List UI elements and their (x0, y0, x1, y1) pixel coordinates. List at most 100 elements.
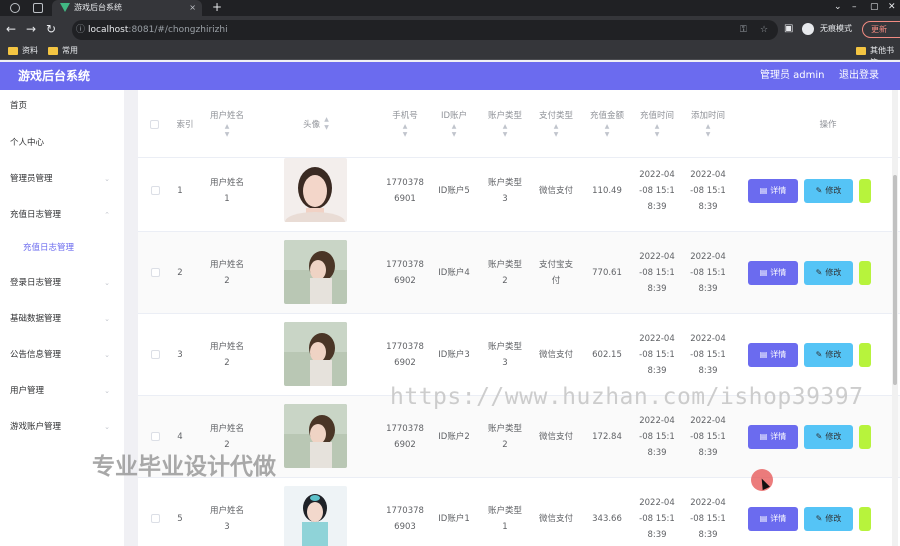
avatar[interactable] (284, 404, 347, 468)
sort-icon[interactable]: ▲ ▼ (452, 123, 457, 139)
browser-tab[interactable]: 游戏后台系统 × (52, 0, 202, 16)
sidebar-item-home[interactable]: 首页 (0, 95, 124, 117)
col-pay-type-header[interactable]: 支付类型 ▲ ▼ (531, 90, 581, 158)
sidebar-subitem-recharge-log[interactable]: 充值日志管理 (0, 237, 124, 259)
cell-text: 8:39 (698, 448, 718, 458)
sort-icon[interactable]: ▲ ▼ (503, 123, 508, 139)
cell-text: 8:39 (698, 284, 718, 294)
sort-icon[interactable]: ▲ ▼ (655, 123, 660, 139)
sort-icon[interactable]: ▲ ▼ (554, 123, 559, 139)
forward-icon[interactable]: → (26, 21, 36, 37)
chevron-down-icon[interactable]: ⌄ (834, 0, 842, 15)
row-checkbox[interactable] (151, 514, 160, 523)
document-icon: ▤ (759, 186, 768, 195)
cell-text: 2022-04 (690, 416, 726, 426)
sort-icon[interactable]: ▲ ▼ (706, 123, 711, 139)
cell-text: 2 (502, 276, 508, 286)
detail-button[interactable]: ▤ 详情 (748, 343, 798, 367)
avatar[interactable] (284, 486, 347, 546)
edit-button[interactable]: ✎ 修改 (804, 261, 853, 285)
edit-button[interactable]: ✎ 修改 (804, 179, 853, 203)
side-panel-icon[interactable]: ▣ (784, 21, 793, 37)
edit-button[interactable]: ✎ 修改 (804, 343, 853, 367)
sort-icon[interactable]: ▲ ▼ (225, 123, 230, 139)
info-icon[interactable]: ⓘ (76, 20, 85, 40)
detail-button[interactable]: ▤ 详情 (748, 261, 798, 285)
col-avatar-header[interactable]: 头像 ▲ ▼ (268, 90, 364, 158)
maximize-icon[interactable]: ▢ (870, 0, 879, 15)
select-all-checkbox[interactable] (150, 120, 159, 129)
document-icon: ▤ (759, 514, 768, 523)
reload-icon[interactable]: ↻ (46, 21, 56, 37)
vue-logo-icon (60, 3, 70, 12)
col-account-id-header[interactable]: ID账户 ▲ ▼ (430, 90, 478, 158)
row-checkbox[interactable] (151, 432, 160, 441)
cell-text: 3 (502, 194, 508, 204)
col-recharge-time-header[interactable]: 充值时间 ▲ ▼ (632, 90, 682, 158)
browser-menu-icon[interactable] (10, 3, 20, 13)
sort-icon[interactable]: ▲ ▼ (403, 123, 408, 139)
cell-text: 6902 (394, 276, 416, 286)
button-label: 修改 (825, 268, 842, 277)
header-label: 支付类型 (538, 111, 573, 121)
address-bar[interactable]: ⓘ localhost:8081/#/chongzhirizhi ⚿ ☆ (72, 20, 778, 40)
back-icon[interactable]: ← (6, 21, 16, 37)
edit-button[interactable]: ✎ 修改 (804, 507, 853, 531)
col-phone-header[interactable]: 手机号 ▲ ▼ (380, 90, 430, 158)
cell-text: 8:39 (647, 202, 667, 212)
tab-close-icon[interactable]: × (189, 0, 196, 16)
avatar[interactable] (284, 158, 347, 222)
sidebar-item-recharge-log[interactable]: 充值日志管理 ⌃ (0, 204, 124, 226)
minimize-icon[interactable]: – (852, 0, 857, 15)
cell-text: 账户类型 (487, 260, 522, 270)
delete-button[interactable] (859, 425, 871, 449)
bookmark-folder-ziliao[interactable]: 资料 (8, 45, 38, 57)
row-checkbox[interactable] (151, 186, 160, 195)
sort-icon[interactable]: ▲ ▼ (605, 123, 610, 139)
key-icon[interactable]: ⚿ (740, 20, 747, 40)
sidebar-item-profile[interactable]: 个人中心 (0, 132, 124, 154)
bookmark-folder-changyong[interactable]: 常用 (48, 45, 78, 57)
header-label: 添加时间 (690, 111, 725, 121)
col-username-header[interactable]: 用户姓名 ▲ ▼ (202, 90, 252, 158)
update-button[interactable]: 更新 (862, 21, 900, 38)
cell-pay-type: 微信支付 (531, 150, 581, 232)
sidebar-item-users[interactable]: 用户管理 ⌄ (0, 380, 124, 402)
sidebar-item-login-log[interactable]: 登录日志管理 ⌄ (0, 272, 124, 294)
avatar[interactable] (284, 240, 347, 304)
logout-link[interactable]: 退出登录 (839, 62, 879, 90)
scrollbar-thumb[interactable] (893, 175, 897, 385)
sidebar-item-notice[interactable]: 公告信息管理 ⌄ (0, 344, 124, 366)
header-label: ID账户 (440, 111, 468, 121)
delete-button[interactable] (859, 179, 871, 203)
sidebar-item-base-data[interactable]: 基础数据管理 ⌄ (0, 308, 124, 330)
edit-icon: ✎ (815, 350, 823, 359)
cell-text: 2022-04 (639, 170, 675, 180)
new-tab-icon[interactable]: + (212, 0, 222, 15)
row-checkbox[interactable] (151, 268, 160, 277)
detail-button[interactable]: ▤ 详情 (748, 425, 798, 449)
row-checkbox[interactable] (151, 350, 160, 359)
sidebar-item-admin-manage[interactable]: 管理员管理 ⌄ (0, 168, 124, 190)
window-close-icon[interactable]: ✕ (888, 0, 896, 15)
edit-button[interactable]: ✎ 修改 (804, 425, 853, 449)
detail-button[interactable]: ▤ 详情 (748, 507, 798, 531)
avatar-image (284, 240, 347, 304)
avatar[interactable] (284, 322, 347, 386)
cell-text: 2022-04 (639, 334, 675, 344)
cell-text: 8:39 (647, 284, 667, 294)
cell-text: 4 (177, 432, 183, 442)
col-add-time-header[interactable]: 添加时间 ▲ ▼ (683, 90, 733, 158)
detail-button[interactable]: ▤ 详情 (748, 179, 798, 203)
cell-text: 1 (177, 186, 183, 196)
bookmark-star-icon[interactable]: ☆ (760, 20, 768, 40)
delete-button[interactable] (859, 343, 871, 367)
cell-text: 8:39 (647, 530, 667, 540)
col-amount-header[interactable]: 充值金额 ▲ ▼ (582, 90, 632, 158)
sidebar-item-game-accounts[interactable]: 游戏账户管理 ⌄ (0, 416, 124, 438)
sort-icon[interactable]: ▲ ▼ (324, 116, 329, 132)
col-account-type-header[interactable]: 账户类型 ▲ ▼ (480, 90, 530, 158)
delete-button[interactable] (859, 261, 871, 285)
tab-overview-icon[interactable] (33, 3, 43, 13)
delete-button[interactable] (859, 507, 871, 531)
